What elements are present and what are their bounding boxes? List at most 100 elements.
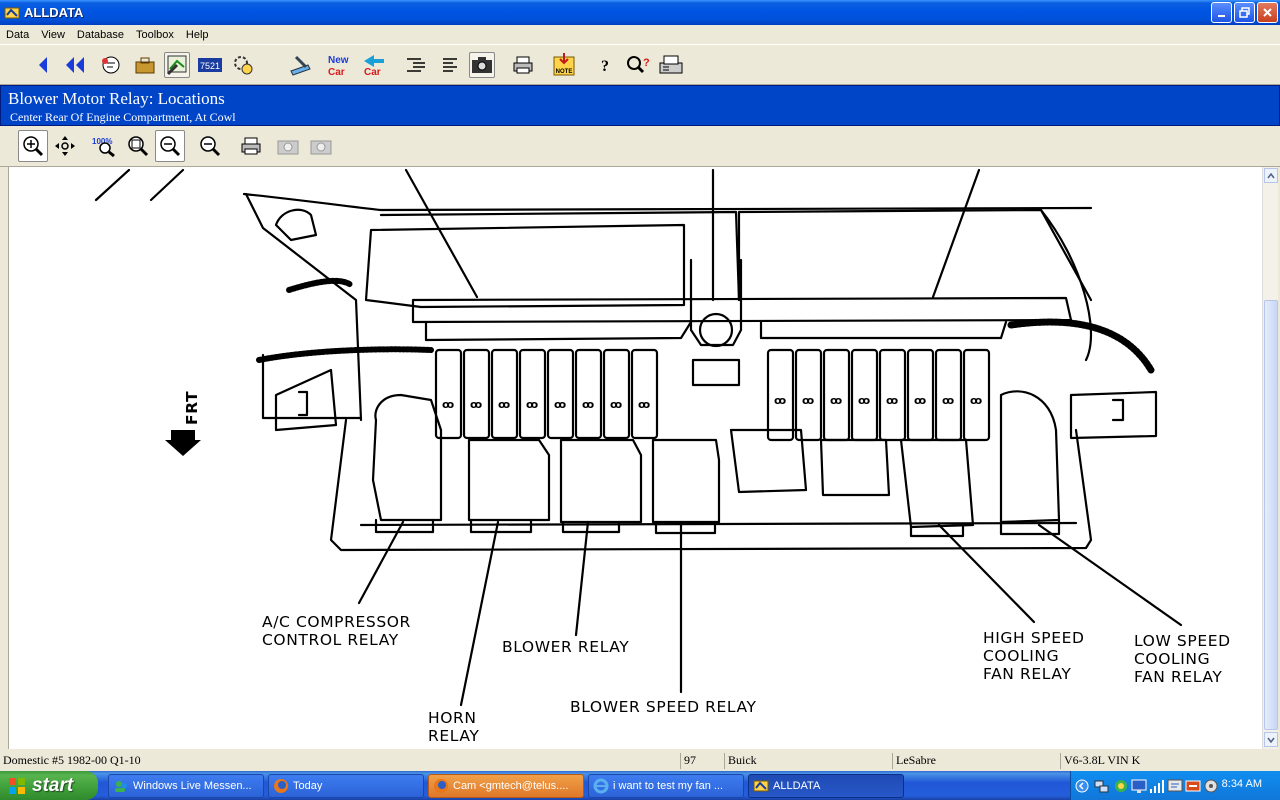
fax-icon [659,55,683,74]
restore-button[interactable] [1234,2,1255,23]
svg-text:Car: Car [328,67,345,77]
security-icon[interactable] [1113,778,1129,794]
camera-disabled-icon [310,140,332,155]
zoom-fit-button[interactable] [123,130,153,162]
new-car-button[interactable]: New Car [328,52,354,78]
tray-expand-icon[interactable] [1075,779,1089,793]
vertical-scrollbar[interactable] [1262,167,1278,749]
low-speed-fan-relay-label-line2: COOLING [1134,650,1210,668]
window-title: ALLDATA [24,5,84,20]
svg-text:ꝏ: ꝏ [830,394,842,407]
zoom-area-button[interactable] [155,130,185,162]
reminder-icon [102,56,120,74]
list-indent-button[interactable] [403,52,429,78]
signal-strength-icon[interactable] [1149,778,1165,794]
relay-location-diagram: ꝏ ꝏ ꝏ ꝏ ꝏ ꝏ ꝏ ꝏ ꝏ ꝏ ꝏ ꝏ ꝏ ꝏ ꝏ ꝏ FRT A/C COMPRESSOR C… [94,168,1230,745]
zoom-in-tool-button[interactable] [18,130,48,162]
menu-help[interactable]: Help [180,29,215,41]
status-model: LeSabre [892,753,1058,769]
svg-text:ꝏ: ꝏ [498,398,510,411]
page-title: Blower Motor Relay: Locations [8,89,225,108]
reminder-button[interactable] [98,52,124,78]
camera-button[interactable] [469,52,495,78]
menu-toolbox[interactable]: Toolbox [130,29,180,41]
menu-bar: Data View Database Toolbox Help [0,25,1280,45]
diagnosis-button[interactable] [164,52,190,78]
article-header: Blower Motor Relay: Locations Center Rea… [0,85,1280,126]
network-icon[interactable] [1093,778,1109,794]
volume-icon[interactable] [1203,778,1219,794]
status-database: Domestic #5 1982-00 Q1-10 [3,753,141,767]
task-today[interactable]: Today [268,774,424,798]
svg-text:ꝏ: ꝏ [858,394,870,407]
scroll-up-button[interactable] [1264,168,1278,183]
menu-database[interactable]: Database [71,29,130,41]
status-year: 97 [680,753,722,769]
svg-text:ꝏ: ꝏ [886,394,898,407]
zoom-out-button[interactable] [195,130,225,162]
pan-tool-button[interactable] [50,130,80,162]
help-button[interactable]: ? [592,52,618,78]
back-all-button[interactable] [62,52,88,78]
list-button[interactable] [437,52,463,78]
copy-image-button[interactable] [273,130,303,162]
toolbox-button[interactable] [132,52,158,78]
minimize-icon [1218,15,1225,17]
gear-clock-icon [234,56,253,75]
tsb-button[interactable] [287,52,313,78]
svg-text:ꝏ: ꝏ [470,398,482,411]
minimize-button[interactable] [1211,2,1232,23]
chevron-up-icon [1267,172,1275,178]
system-tray: 8:34 AM [1070,771,1280,800]
diagram-viewport[interactable]: ꝏ ꝏ ꝏ ꝏ ꝏ ꝏ ꝏ ꝏ ꝏ ꝏ ꝏ ꝏ ꝏ ꝏ ꝏ ꝏ FRT A/C COMPRESSOR C… [8,167,1262,749]
front-direction-arrow: FRT [165,391,201,456]
svg-text:New: New [328,55,349,66]
task-label: Cam <gmtech@telus.... [453,780,569,792]
high-speed-fan-relay-label-line3: FAN RELAY [983,665,1071,683]
fax-button[interactable] [658,52,684,78]
task-browser-question[interactable]: i want to test my fan ... [588,774,744,798]
svg-text:ꝏ: ꝏ [970,394,982,407]
ac-relay-label-line2: CONTROL RELAY [262,631,399,649]
task-alldata[interactable]: ALLDATA [748,774,904,798]
restore-icon [1239,7,1250,18]
printer-icon [241,137,261,155]
list-icon [443,58,457,72]
front-label: FRT [183,391,201,425]
toolbox-icon [135,57,155,74]
svg-text:ꝏ: ꝏ [774,394,786,407]
windows-logo-icon [9,777,25,794]
task-label: i want to test my fan ... [613,780,724,792]
monitor-icon[interactable] [1131,778,1147,794]
start-label: start [32,774,74,796]
start-button[interactable]: start [0,771,98,800]
save-image-button[interactable] [306,130,336,162]
zoom-out-icon [200,136,221,157]
note-button[interactable]: NOTE [551,52,577,78]
car-button[interactable]: Car [362,52,388,78]
zoom-fit-icon [128,136,149,157]
safely-remove-icon[interactable] [1185,778,1201,794]
menu-view[interactable]: View [35,29,71,41]
scroll-thumb[interactable] [1264,300,1278,730]
main-toolbar: 7521 New Car Car NOTE ? ? [0,46,1280,85]
task-email[interactable]: Cam <gmtech@telus.... [428,774,584,798]
svg-text:?: ? [643,57,650,69]
list-indent-icon [407,58,425,72]
menu-data[interactable]: Data [0,29,35,41]
task-label: Today [293,780,323,792]
labor-time-button[interactable] [230,52,256,78]
status-make: Buick [724,753,890,769]
svg-text:ꝏ: ꝏ [554,398,566,411]
back-button[interactable] [30,52,56,78]
display-settings-icon[interactable] [1167,778,1183,794]
vehicle-id-button[interactable]: 7521 [197,52,223,78]
print-image-button[interactable] [236,130,266,162]
scroll-down-button[interactable] [1264,732,1278,747]
search-help-button[interactable]: ? [625,52,651,78]
close-button[interactable] [1257,2,1278,23]
zoom-100-button[interactable]: 100% [89,130,119,162]
task-windows-live-messenger[interactable]: Windows Live Messen... [108,774,264,798]
print-button[interactable] [510,52,536,78]
vehicle-id-icon: 7521 [198,58,222,72]
